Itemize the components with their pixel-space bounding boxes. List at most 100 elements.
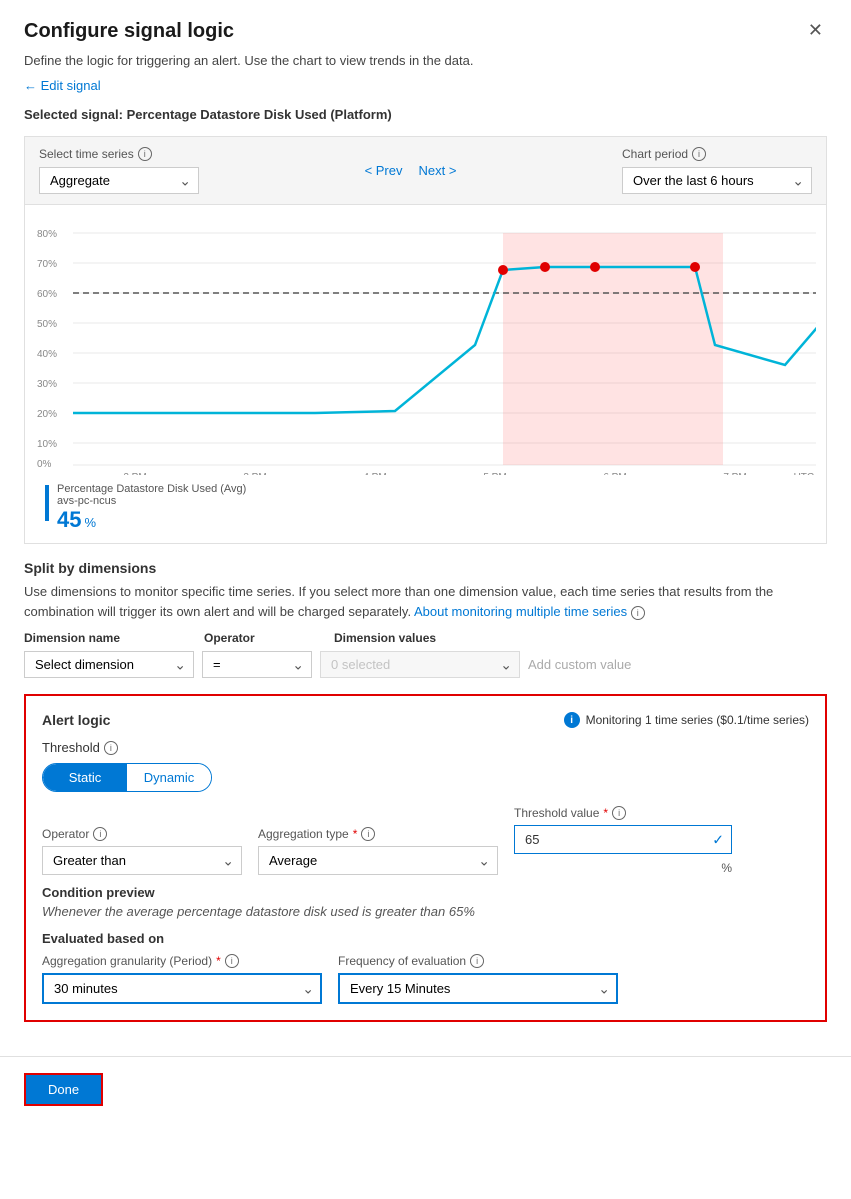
threshold-unit-label: %	[514, 861, 732, 875]
aggregation-granularity-select[interactable]: 30 minutes	[42, 973, 322, 1004]
time-series-bar: Select time series i Aggregate < Prev Ne…	[24, 136, 827, 205]
condition-preview-text: Whenever the average percentage datastor…	[42, 904, 809, 919]
time-series-select-container: Aggregate	[39, 167, 199, 194]
operator-group-select-container: Greater than	[42, 846, 242, 875]
chart-period-select-container: Over the last 6 hours	[622, 167, 812, 194]
svg-text:70%: 70%	[37, 259, 57, 270]
threshold-toggle-group: Static Dynamic	[42, 763, 212, 792]
frequency-select-container: Every 15 Minutes	[338, 973, 618, 1004]
alert-operator-select[interactable]: Greater than	[42, 846, 242, 875]
aggregation-type-select[interactable]: Average	[258, 846, 498, 875]
alert-logic-header: Alert logic i Monitoring 1 time series (…	[42, 712, 809, 728]
static-toggle-button[interactable]: Static	[43, 764, 127, 791]
threshold-value-label: Threshold value * i	[514, 806, 732, 820]
dimension-values-container: 0 selected	[320, 651, 520, 678]
dimension-headers: Dimension name Operator Dimension values	[24, 631, 827, 645]
aggregation-granularity-select-container: 30 minutes	[42, 973, 322, 1004]
svg-text:50%: 50%	[37, 319, 57, 330]
next-button[interactable]: Next >	[419, 163, 457, 178]
time-series-navigation: < Prev Next >	[365, 163, 457, 178]
data-point-1	[498, 265, 508, 275]
svg-text:10%: 10%	[37, 439, 57, 450]
svg-text:6 PM: 6 PM	[603, 472, 626, 475]
dialog-description: Define the logic for triggering an alert…	[24, 53, 827, 68]
svg-text:40%: 40%	[37, 349, 57, 360]
chart-period-info-icon[interactable]: i	[692, 147, 706, 161]
threshold-value-input[interactable]	[514, 825, 732, 854]
operator-info-icon[interactable]: i	[93, 827, 107, 841]
aggregation-type-select-container: Average	[258, 846, 498, 875]
svg-text:0%: 0%	[37, 459, 52, 470]
alert-logic-title: Alert logic	[42, 712, 110, 728]
svg-text:2 PM: 2 PM	[123, 472, 146, 475]
monitoring-info-text: Monitoring 1 time series ($0.1/time seri…	[586, 713, 809, 727]
chart-svg: 80% 70% 60% 50% 40% 30% 20% 10% 0%	[35, 215, 816, 475]
operator-select-container: =	[202, 651, 312, 678]
chart-svg-container: 80% 70% 60% 50% 40% 30% 20% 10% 0%	[35, 215, 816, 475]
aggregation-granularity-info-icon[interactable]: i	[225, 954, 239, 968]
aggregation-granularity-label: Aggregation granularity (Period) * i	[42, 954, 322, 968]
svg-text:30%: 30%	[37, 379, 57, 390]
data-point-3	[590, 262, 600, 272]
threshold-value-info-icon[interactable]: i	[612, 806, 626, 820]
legend-title: Percentage Datastore Disk Used (Avg)	[57, 483, 246, 495]
frequency-info-icon[interactable]: i	[470, 954, 484, 968]
svg-text:4 PM: 4 PM	[363, 472, 386, 475]
time-series-select[interactable]: Aggregate	[39, 167, 199, 194]
edit-signal-link[interactable]: ← Edit signal	[24, 78, 101, 93]
dimension-values-select[interactable]: 0 selected	[320, 651, 520, 678]
chart-period-select[interactable]: Over the last 6 hours	[622, 167, 812, 194]
dim-header-values: Dimension values	[334, 631, 554, 645]
done-button[interactable]: Done	[24, 1073, 103, 1106]
operator-select[interactable]: =	[202, 651, 312, 678]
prev-button[interactable]: < Prev	[365, 163, 403, 178]
svg-text:20%: 20%	[37, 409, 57, 420]
add-custom-value-link: Add custom value	[528, 657, 631, 672]
evaluated-based-on-row: Aggregation granularity (Period) * i 30 …	[42, 954, 809, 1004]
aggregation-type-group: Aggregation type * i Average	[258, 827, 498, 875]
frequency-label: Frequency of evaluation i	[338, 954, 618, 968]
operator-label: Operator i	[42, 827, 242, 841]
time-series-left: Select time series i Aggregate	[39, 147, 199, 194]
dynamic-toggle-button[interactable]: Dynamic	[127, 764, 211, 791]
threshold-info-icon[interactable]: i	[104, 741, 118, 755]
threshold-check-icon: ✓	[712, 831, 724, 848]
dialog-title: Configure signal logic	[24, 20, 234, 43]
legend-unit: %	[85, 515, 97, 530]
svg-text:UTC+01:00: UTC+01:00	[794, 472, 816, 475]
threshold-input-wrapper: ✓	[514, 825, 732, 854]
evaluated-based-on-title: Evaluated based on	[42, 931, 809, 946]
frequency-select[interactable]: Every 15 Minutes	[338, 973, 618, 1004]
svg-text:80%: 80%	[37, 229, 57, 240]
close-button[interactable]: ✕	[804, 20, 827, 41]
monitoring-info-icon: i	[564, 712, 580, 728]
monitoring-info: i Monitoring 1 time series ($0.1/time se…	[564, 712, 809, 728]
split-by-dimensions-title: Split by dimensions	[24, 560, 827, 576]
legend-value: 45	[57, 507, 81, 532]
svg-text:7 PM: 7 PM	[723, 472, 746, 475]
about-monitoring-link[interactable]: About monitoring multiple time series	[414, 604, 627, 619]
operator-group: Operator i Greater than	[42, 827, 242, 875]
aggregation-type-info-icon[interactable]: i	[361, 827, 375, 841]
chart-area: 80% 70% 60% 50% 40% 30% 20% 10% 0%	[24, 205, 827, 544]
chart-period-label: Chart period i	[622, 147, 706, 161]
time-series-info-icon[interactable]: i	[138, 147, 152, 161]
threshold-value-group: Threshold value * i ✓ %	[514, 806, 732, 875]
dimension-name-select[interactable]: Select dimension	[24, 651, 194, 678]
legend-subtitle: avs-pc-ncus	[57, 495, 246, 507]
svg-text:60%: 60%	[37, 289, 57, 300]
legend-value-row: 45 %	[57, 507, 246, 533]
alert-logic-form-row: Operator i Greater than Aggregation type…	[42, 806, 809, 875]
split-by-dimensions-desc: Use dimensions to monitor specific time …	[24, 582, 827, 621]
aggregation-granularity-group: Aggregation granularity (Period) * i 30 …	[42, 954, 322, 1004]
alert-logic-box: Alert logic i Monitoring 1 time series (…	[24, 694, 827, 1022]
aggregation-type-label: Aggregation type * i	[258, 827, 498, 841]
footer: Done	[0, 1056, 851, 1122]
data-point-4	[690, 262, 700, 272]
chart-legend: Percentage Datastore Disk Used (Avg) avs…	[35, 475, 816, 543]
legend-color-bar	[45, 485, 49, 521]
chart-period-section: Chart period i Over the last 6 hours	[622, 147, 812, 194]
frequency-group: Frequency of evaluation i Every 15 Minut…	[338, 954, 618, 1004]
dimension-row: Select dimension = 0 selected Add custom…	[24, 651, 827, 678]
about-monitoring-info-icon[interactable]: i	[631, 606, 645, 620]
